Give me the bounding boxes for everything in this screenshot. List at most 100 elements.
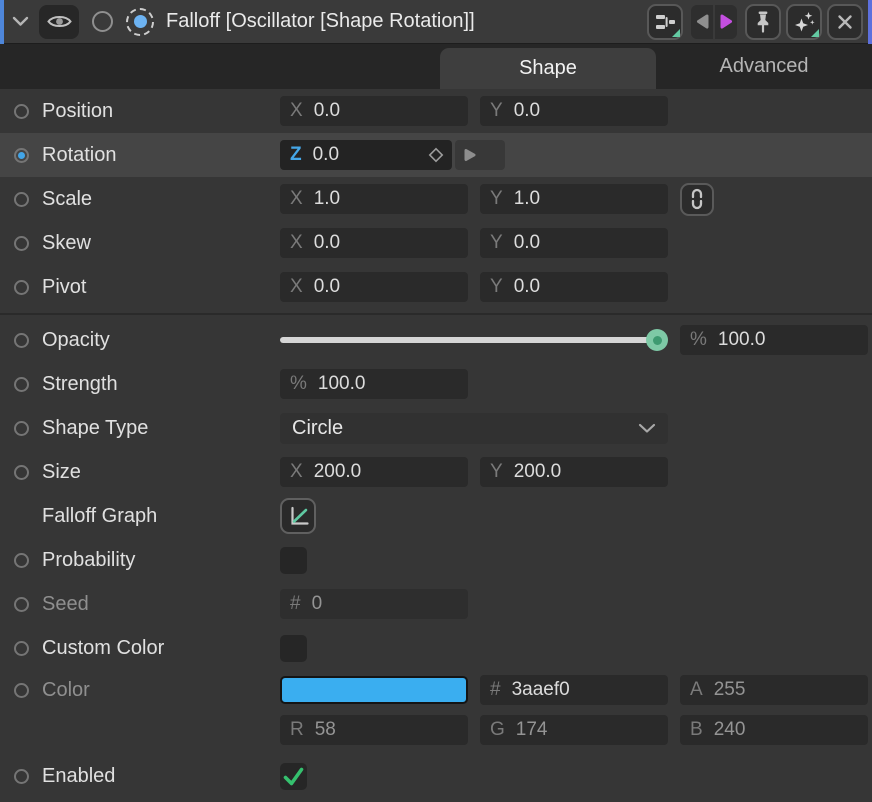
custom-color-animate-radio[interactable] — [14, 641, 29, 656]
scale-y-prefix: Y — [490, 188, 503, 210]
row-shape-type: Shape Type Circle — [0, 406, 872, 450]
strength-percent-field[interactable]: % 100.0 — [280, 369, 468, 399]
rotation-label: Rotation — [42, 144, 117, 167]
seed-field[interactable]: # 0 — [280, 589, 468, 619]
skew-animate-radio[interactable] — [14, 236, 29, 251]
row-pivot: Pivot X 0.0 Y 0.0 — [0, 265, 872, 309]
skew-x-field[interactable]: X 0.0 — [280, 228, 468, 258]
color-animate-radio[interactable] — [14, 683, 29, 698]
row-falloff-graph: Falloff Graph — [0, 494, 872, 538]
show-in-graph-button[interactable] — [647, 4, 683, 40]
opacity-percent-field[interactable]: % 100.0 — [680, 325, 868, 355]
scale-animate-radio[interactable] — [14, 192, 29, 207]
position-y-value: 0.0 — [514, 100, 540, 122]
falloff-graph-label: Falloff Graph — [42, 505, 157, 528]
keyframe-diamond-icon[interactable] — [428, 147, 444, 163]
strength-animate-radio[interactable] — [14, 377, 29, 392]
custom-color-label: Custom Color — [42, 637, 164, 660]
scale-link-button[interactable] — [680, 183, 714, 216]
scale-y-field[interactable]: Y 1.0 — [480, 184, 668, 214]
scale-x-field[interactable]: X 1.0 — [280, 184, 468, 214]
seed-animate-radio[interactable] — [14, 597, 29, 612]
seed-prefix: # — [290, 593, 301, 615]
rotation-z-field[interactable]: Z 0.0 — [280, 140, 452, 170]
color-alpha-value: 255 — [714, 679, 746, 701]
size-animate-radio[interactable] — [14, 465, 29, 480]
chevron-down-icon — [638, 423, 656, 434]
shape-type-dropdown[interactable]: Circle — [280, 413, 668, 444]
color-alpha-field[interactable]: A 255 — [680, 675, 868, 705]
probability-animate-radio[interactable] — [14, 553, 29, 568]
solo-circle-icon[interactable] — [92, 11, 113, 32]
pivot-y-value: 0.0 — [514, 276, 540, 298]
color-swatch[interactable] — [280, 676, 468, 704]
color-blue-field[interactable]: B 240 — [680, 715, 868, 745]
shape-type-animate-radio[interactable] — [14, 421, 29, 436]
row-enabled: Enabled — [0, 750, 872, 802]
skew-y-value: 0.0 — [514, 232, 540, 254]
color-hex-field[interactable]: # 3aaef0 — [480, 675, 668, 705]
strength-percent-prefix: % — [290, 373, 307, 395]
row-skew: Skew X 0.0 Y 0.0 — [0, 221, 872, 265]
strength-percent-value: 100.0 — [318, 373, 366, 395]
position-x-prefix: X — [290, 100, 303, 122]
rotation-connection-expand[interactable] — [455, 140, 505, 170]
skew-x-prefix: X — [290, 232, 303, 254]
color-blue-prefix: B — [690, 719, 703, 741]
skew-y-field[interactable]: Y 0.0 — [480, 228, 668, 258]
pivot-animate-radio[interactable] — [14, 280, 29, 295]
pivot-x-prefix: X — [290, 276, 303, 298]
color-red-prefix: R — [290, 719, 304, 741]
shape-type-label: Shape Type — [42, 417, 148, 440]
pivot-x-field[interactable]: X 0.0 — [280, 272, 468, 302]
collapse-chevron-icon[interactable] — [12, 16, 29, 27]
seed-label: Seed — [42, 593, 89, 616]
size-x-field[interactable]: X 200.0 — [280, 457, 468, 487]
position-y-field[interactable]: Y 0.0 — [480, 96, 668, 126]
magic-actions-button[interactable] — [786, 4, 822, 40]
size-y-field[interactable]: Y 200.0 — [480, 457, 668, 487]
position-label: Position — [42, 100, 113, 123]
opacity-percent-prefix: % — [690, 329, 707, 351]
rotation-animate-radio[interactable] — [14, 148, 29, 163]
probability-checkbox[interactable] — [280, 547, 307, 574]
tab-advanced[interactable]: Advanced — [656, 44, 872, 89]
color-hex-prefix: # — [490, 679, 501, 701]
color-red-field[interactable]: R 58 — [280, 715, 468, 745]
opacity-animate-radio[interactable] — [14, 333, 29, 348]
custom-color-checkbox[interactable] — [280, 635, 307, 662]
section-separator — [0, 309, 872, 318]
pivot-label: Pivot — [42, 276, 86, 299]
nav-back-button[interactable] — [691, 5, 713, 39]
pin-icon — [753, 10, 773, 33]
attributes-list: Position X 0.0 Y 0.0 Rotation Z 0.0 — [0, 89, 872, 802]
tab-shape[interactable]: Shape — [440, 48, 656, 89]
row-rotation: Rotation Z 0.0 — [0, 133, 872, 177]
radio-dot — [18, 152, 25, 159]
enabled-animate-radio[interactable] — [14, 769, 29, 784]
size-x-prefix: X — [290, 461, 303, 483]
strength-label: Strength — [42, 373, 118, 396]
position-x-field[interactable]: X 0.0 — [280, 96, 468, 126]
opacity-label: Opacity — [42, 329, 110, 352]
color-green-field[interactable]: G 174 — [480, 715, 668, 745]
opacity-slider-knob[interactable] — [646, 329, 668, 351]
close-panel-button[interactable] — [827, 4, 863, 40]
row-scale: Scale X 1.0 Y 1.0 — [0, 177, 872, 221]
falloff-graph-button[interactable] — [280, 498, 316, 534]
title-bar-actions — [647, 4, 872, 40]
opacity-slider-track[interactable] — [280, 337, 660, 343]
pivot-y-field[interactable]: Y 0.0 — [480, 272, 668, 302]
expand-triangle-icon — [463, 147, 477, 163]
skew-x-value: 0.0 — [314, 232, 340, 254]
color-green-prefix: G — [490, 719, 505, 741]
position-y-prefix: Y — [490, 100, 503, 122]
pin-panel-button[interactable] — [745, 4, 781, 40]
scale-y-value: 1.0 — [514, 188, 540, 210]
row-probability: Probability — [0, 538, 872, 582]
nav-forward-button[interactable] — [715, 5, 737, 39]
visibility-toggle-button[interactable] — [39, 5, 79, 39]
enabled-checkbox[interactable] — [280, 763, 307, 790]
position-animate-radio[interactable] — [14, 104, 29, 119]
size-label: Size — [42, 461, 81, 484]
